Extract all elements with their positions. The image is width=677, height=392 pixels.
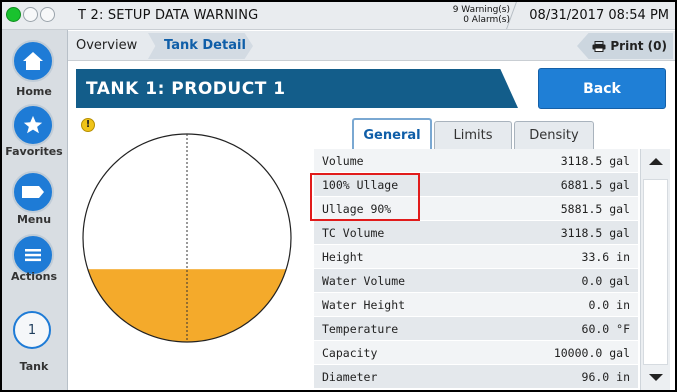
- row-value: 3118.5 gal: [560, 153, 630, 168]
- row-label: Capacity: [322, 345, 378, 360]
- row-label: Volume: [322, 153, 364, 168]
- tank-number: 1: [27, 322, 37, 338]
- row-value: 6881.5 gal: [560, 177, 630, 192]
- page-title-bar: TANK 1: PRODUCT 1: [76, 69, 518, 108]
- tank-label: Tank: [19, 360, 49, 373]
- row-label: Height: [322, 249, 364, 264]
- alarm-count: 0 Alarm(s): [463, 15, 510, 25]
- status-title[interactable]: T 2: SETUP DATA WARNING: [78, 8, 258, 23]
- row-value: 0.0 gal: [581, 273, 630, 288]
- back-button[interactable]: Back: [538, 68, 666, 109]
- tab-density[interactable]: Density: [514, 121, 594, 149]
- scroll-thumb[interactable]: [643, 179, 668, 365]
- warning-alert-icon[interactable]: !: [81, 118, 95, 132]
- row-label: Water Height: [322, 297, 406, 312]
- left-nav: Home Favorites Menu Actions 1 Tank: [2, 30, 68, 390]
- breadcrumb-tank-detail[interactable]: Tank Detail: [164, 38, 246, 53]
- status-bar: T 2: SETUP DATA WARNING 9 Warning(s) 0 A…: [2, 2, 675, 30]
- scroll-down-icon[interactable]: [649, 374, 663, 381]
- breadcrumb-overview[interactable]: Overview: [76, 38, 137, 53]
- ullage-highlight-box: [310, 173, 420, 221]
- table-row: Diameter 96.0 in: [314, 365, 638, 389]
- menu-tag-icon: [22, 186, 44, 198]
- tab-general[interactable]: General: [352, 118, 432, 150]
- table-row: Water Volume 0.0 gal: [314, 269, 638, 293]
- tab-limits[interactable]: Limits: [434, 121, 512, 149]
- row-value: 5881.5 gal: [560, 201, 630, 216]
- alarm-summary[interactable]: 9 Warning(s) 0 Alarm(s): [440, 5, 510, 25]
- status-ok-icon: [6, 7, 21, 22]
- actions-label: Actions: [11, 270, 57, 283]
- row-value: 60.0 °F: [581, 321, 630, 336]
- scroll-up-icon[interactable]: [649, 158, 663, 165]
- status-alarm-icon: [40, 7, 55, 22]
- actions-list-icon: [25, 249, 41, 262]
- home-icon: [23, 52, 43, 70]
- table-row: Height 33.6 in: [314, 245, 638, 269]
- row-value: 0.0 in: [588, 297, 630, 312]
- row-value: 3118.5 gal: [560, 225, 630, 240]
- table-row: Volume 3118.5 gal: [314, 149, 638, 173]
- tank-level-graphic: [82, 133, 292, 343]
- favorites-button[interactable]: [12, 104, 54, 146]
- menu-button[interactable]: [12, 171, 54, 213]
- row-label: Diameter: [322, 369, 378, 384]
- datetime: 08/31/2017 08:54 PM: [529, 8, 669, 23]
- table-row: Temperature 60.0 °F: [314, 317, 638, 341]
- star-icon: [23, 115, 43, 134]
- row-value: 33.6 in: [581, 249, 630, 264]
- warning-count: 9 Warning(s): [452, 5, 510, 15]
- breadcrumb: Overview Tank Detail Print (0): [68, 31, 675, 61]
- row-label: Temperature: [322, 321, 399, 336]
- status-warning-icon: [23, 7, 38, 22]
- table-row: Capacity 10000.0 gal: [314, 341, 638, 365]
- menu-label: Menu: [16, 213, 52, 226]
- print-button[interactable]: Print (0): [577, 33, 673, 59]
- page-title: TANK 1: PRODUCT 1: [86, 79, 286, 99]
- home-button[interactable]: [12, 40, 54, 82]
- printer-icon: [592, 40, 606, 52]
- favorites-label: Favorites: [5, 145, 63, 158]
- app-frame: T 2: SETUP DATA WARNING 9 Warning(s) 0 A…: [0, 0, 677, 392]
- print-label: Print (0): [610, 39, 667, 53]
- table-row: TC Volume 3118.5 gal: [314, 221, 638, 245]
- table-row: Water Height 0.0 in: [314, 293, 638, 317]
- tank-button[interactable]: 1: [13, 311, 51, 349]
- row-value: 96.0 in: [581, 369, 630, 384]
- status-indicators: [6, 7, 55, 22]
- row-value: 10000.0 gal: [553, 345, 630, 360]
- row-label: Water Volume: [322, 273, 406, 288]
- table-scrollbar[interactable]: [640, 149, 670, 390]
- row-label: TC Volume: [322, 225, 385, 240]
- home-label: Home: [16, 85, 52, 98]
